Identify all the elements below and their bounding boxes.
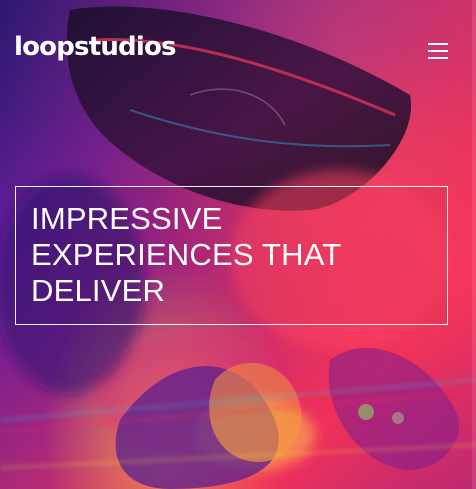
top-navigation: loopstudios xyxy=(0,0,476,110)
hero-headline-line-3: DELIVER xyxy=(31,273,166,308)
hero-headline: IMPRESSIVE EXPERIENCES THAT DELIVER xyxy=(31,201,431,309)
hero-headline-line-2: EXPERIENCES THAT xyxy=(31,237,342,272)
hamburger-menu-button[interactable] xyxy=(426,41,450,61)
hamburger-menu-icon xyxy=(428,43,448,45)
abstract-hand-shapes xyxy=(115,348,459,489)
chromatic-aberration-lines xyxy=(0,379,476,469)
hero-headline-line-1: IMPRESSIVE xyxy=(31,201,223,236)
hamburger-menu-icon xyxy=(428,57,448,59)
hero-section: loopstudios IMPRESSIVE EXPERIENCES THAT … xyxy=(0,0,476,489)
hamburger-menu-icon xyxy=(428,50,448,52)
page-scrollbar[interactable] xyxy=(472,0,476,489)
hero-headline-box: IMPRESSIVE EXPERIENCES THAT DELIVER xyxy=(15,186,448,325)
brand-logo[interactable]: loopstudios xyxy=(14,34,177,60)
